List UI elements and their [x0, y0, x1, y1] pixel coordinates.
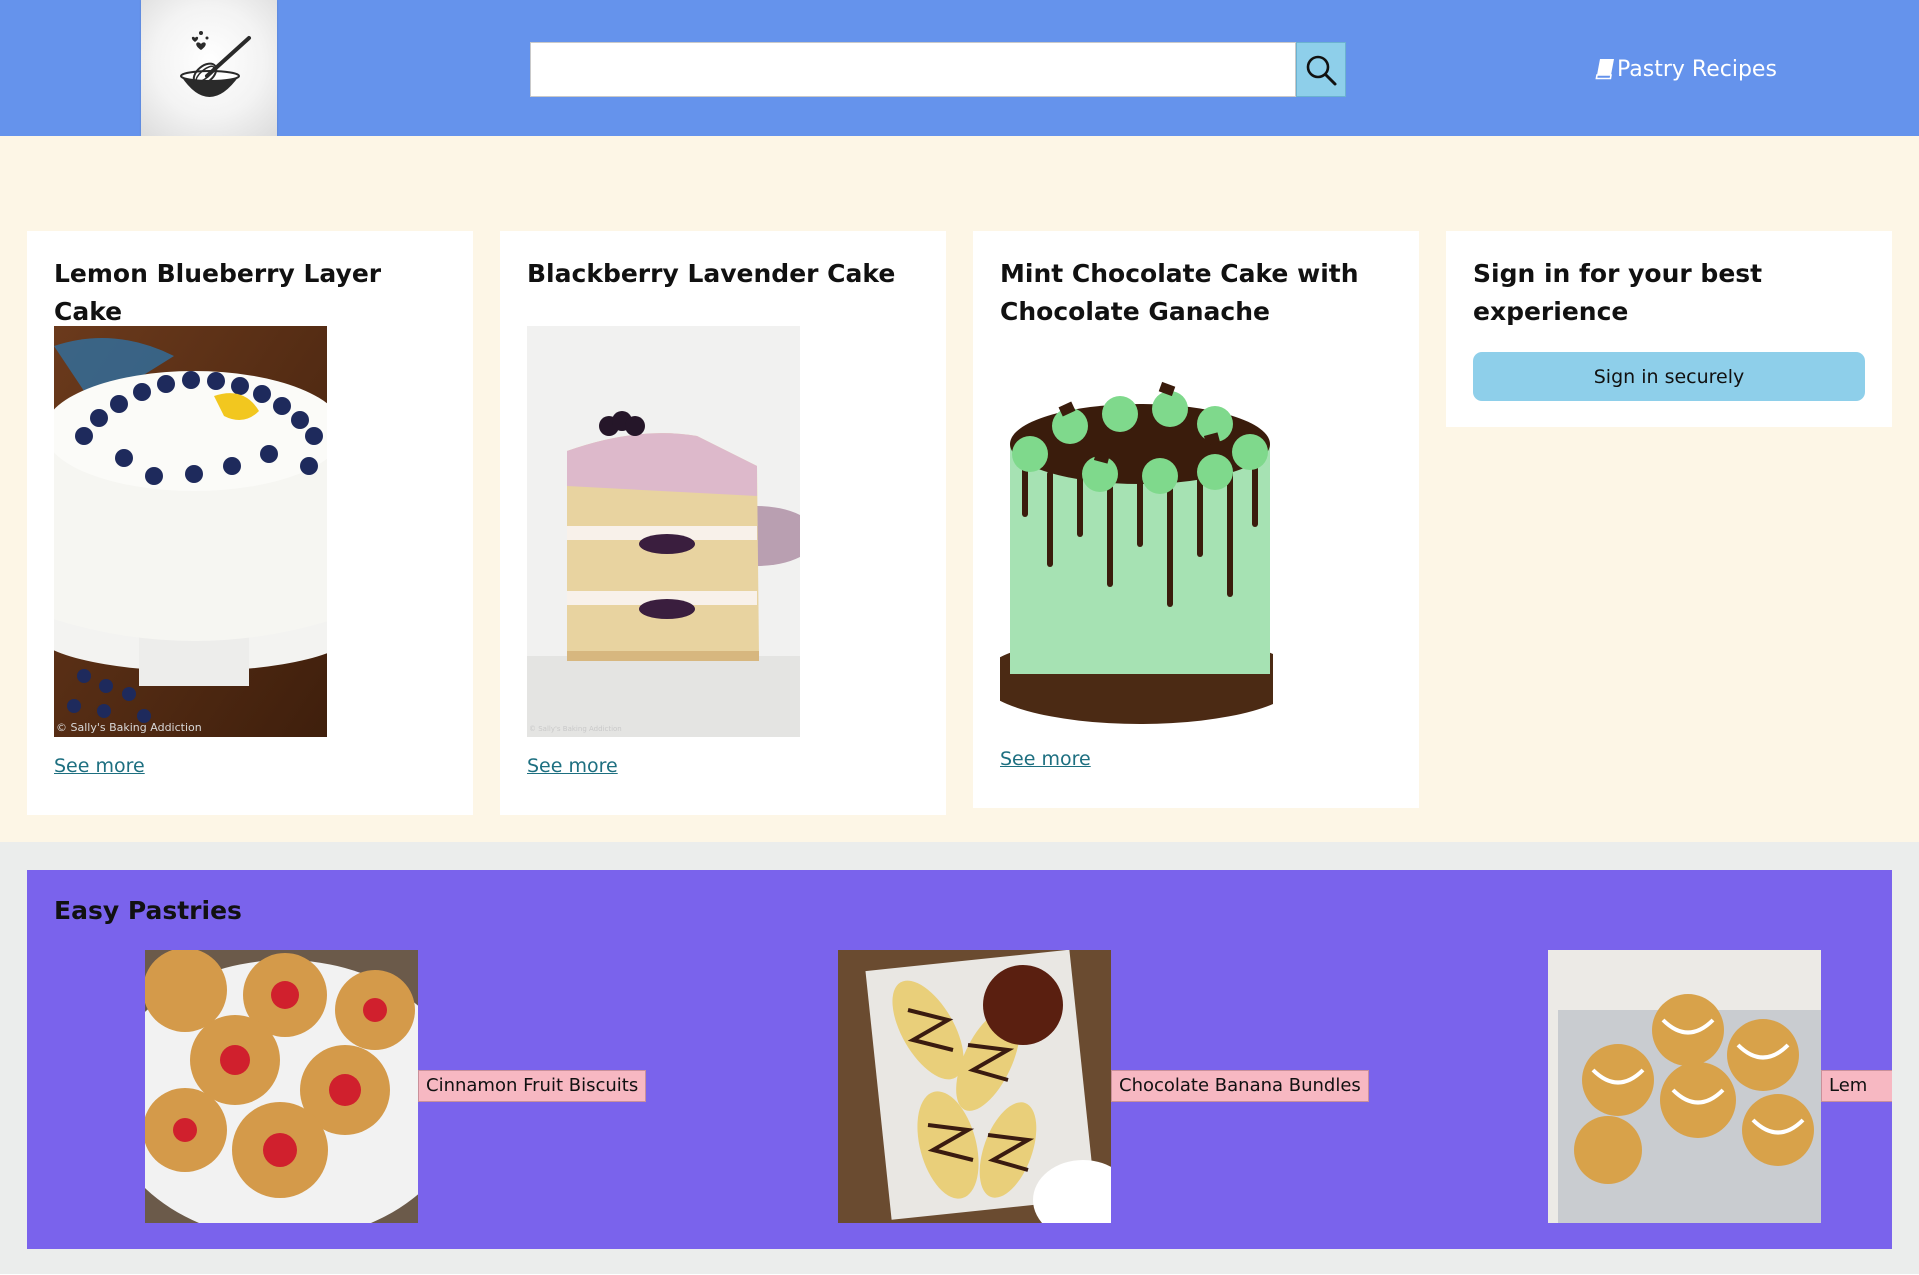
pastry-link[interactable]: Chocolate Banana Bundles	[1111, 1070, 1369, 1102]
search-input[interactable]	[530, 42, 1296, 97]
book-icon	[1595, 59, 1614, 80]
recipe-card: Blackberry Lavender Cake © Sally's Bakin…	[500, 231, 946, 815]
nav-pastry-recipes-link[interactable]: Pastry Recipes	[1595, 53, 1777, 85]
fruit-biscuits-image	[145, 950, 418, 1223]
site-header: Pastry Recipes	[0, 0, 1919, 136]
image-watermark: © Sally's Baking Addiction	[529, 725, 622, 733]
pastry-image[interactable]	[1548, 950, 1821, 1223]
sign-in-button[interactable]: Sign in securely	[1473, 352, 1865, 401]
recipe-title: Mint Chocolate Cake with Chocolate Ganac…	[1000, 259, 1359, 326]
whisk-bowl-icon	[180, 31, 251, 97]
recipe-title: Lemon Blueberry Layer Cake	[54, 259, 382, 326]
mint-chocolate-cake-image	[1000, 364, 1273, 729]
image-watermark: © Sally's Baking Addiction	[56, 721, 202, 734]
section-title: Easy Pastries	[54, 896, 242, 925]
pastry-link[interactable]: Cinnamon Fruit Biscuits	[418, 1070, 647, 1102]
recipe-image[interactable]	[1000, 364, 1273, 729]
recipe-image[interactable]: © Sally's Baking Addiction	[54, 326, 327, 737]
recipe-title: Blackberry Lavender Cake	[527, 259, 896, 288]
see-more-link[interactable]: See more	[527, 755, 618, 777]
signin-card: Sign in for your best experience Sign in…	[1446, 231, 1892, 427]
easy-pastries-section: Easy Pastries Cinnamon Fruit Biscuits Ch…	[27, 870, 1892, 1249]
lemon-blueberry-cake-image: © Sally's Baking Addiction	[54, 326, 327, 737]
recipe-image[interactable]: © Sally's Baking Addiction	[527, 326, 800, 737]
site-logo[interactable]	[141, 0, 277, 136]
recipe-card: Mint Chocolate Cake with Chocolate Ganac…	[973, 231, 1419, 808]
featured-section: Lemon Blueberry Layer Cake © Sally's Bak…	[0, 136, 1919, 842]
pastry-link[interactable]: Lem	[1821, 1070, 1892, 1102]
search-button[interactable]	[1296, 42, 1346, 97]
see-more-link[interactable]: See more	[54, 755, 145, 777]
pastry-image[interactable]	[838, 950, 1111, 1223]
pastry-image[interactable]	[145, 950, 418, 1223]
blackberry-lavender-cake-image: © Sally's Baking Addiction	[527, 326, 800, 737]
lemon-muffins-image	[1548, 950, 1821, 1223]
banana-bundles-image	[838, 950, 1111, 1223]
recipe-card: Lemon Blueberry Layer Cake © Sally's Bak…	[27, 231, 473, 815]
signin-title: Sign in for your best experience	[1473, 259, 1763, 326]
nav-link-label: Pastry Recipes	[1617, 56, 1777, 82]
see-more-link[interactable]: See more	[1000, 748, 1091, 770]
search-icon	[1306, 55, 1337, 85]
